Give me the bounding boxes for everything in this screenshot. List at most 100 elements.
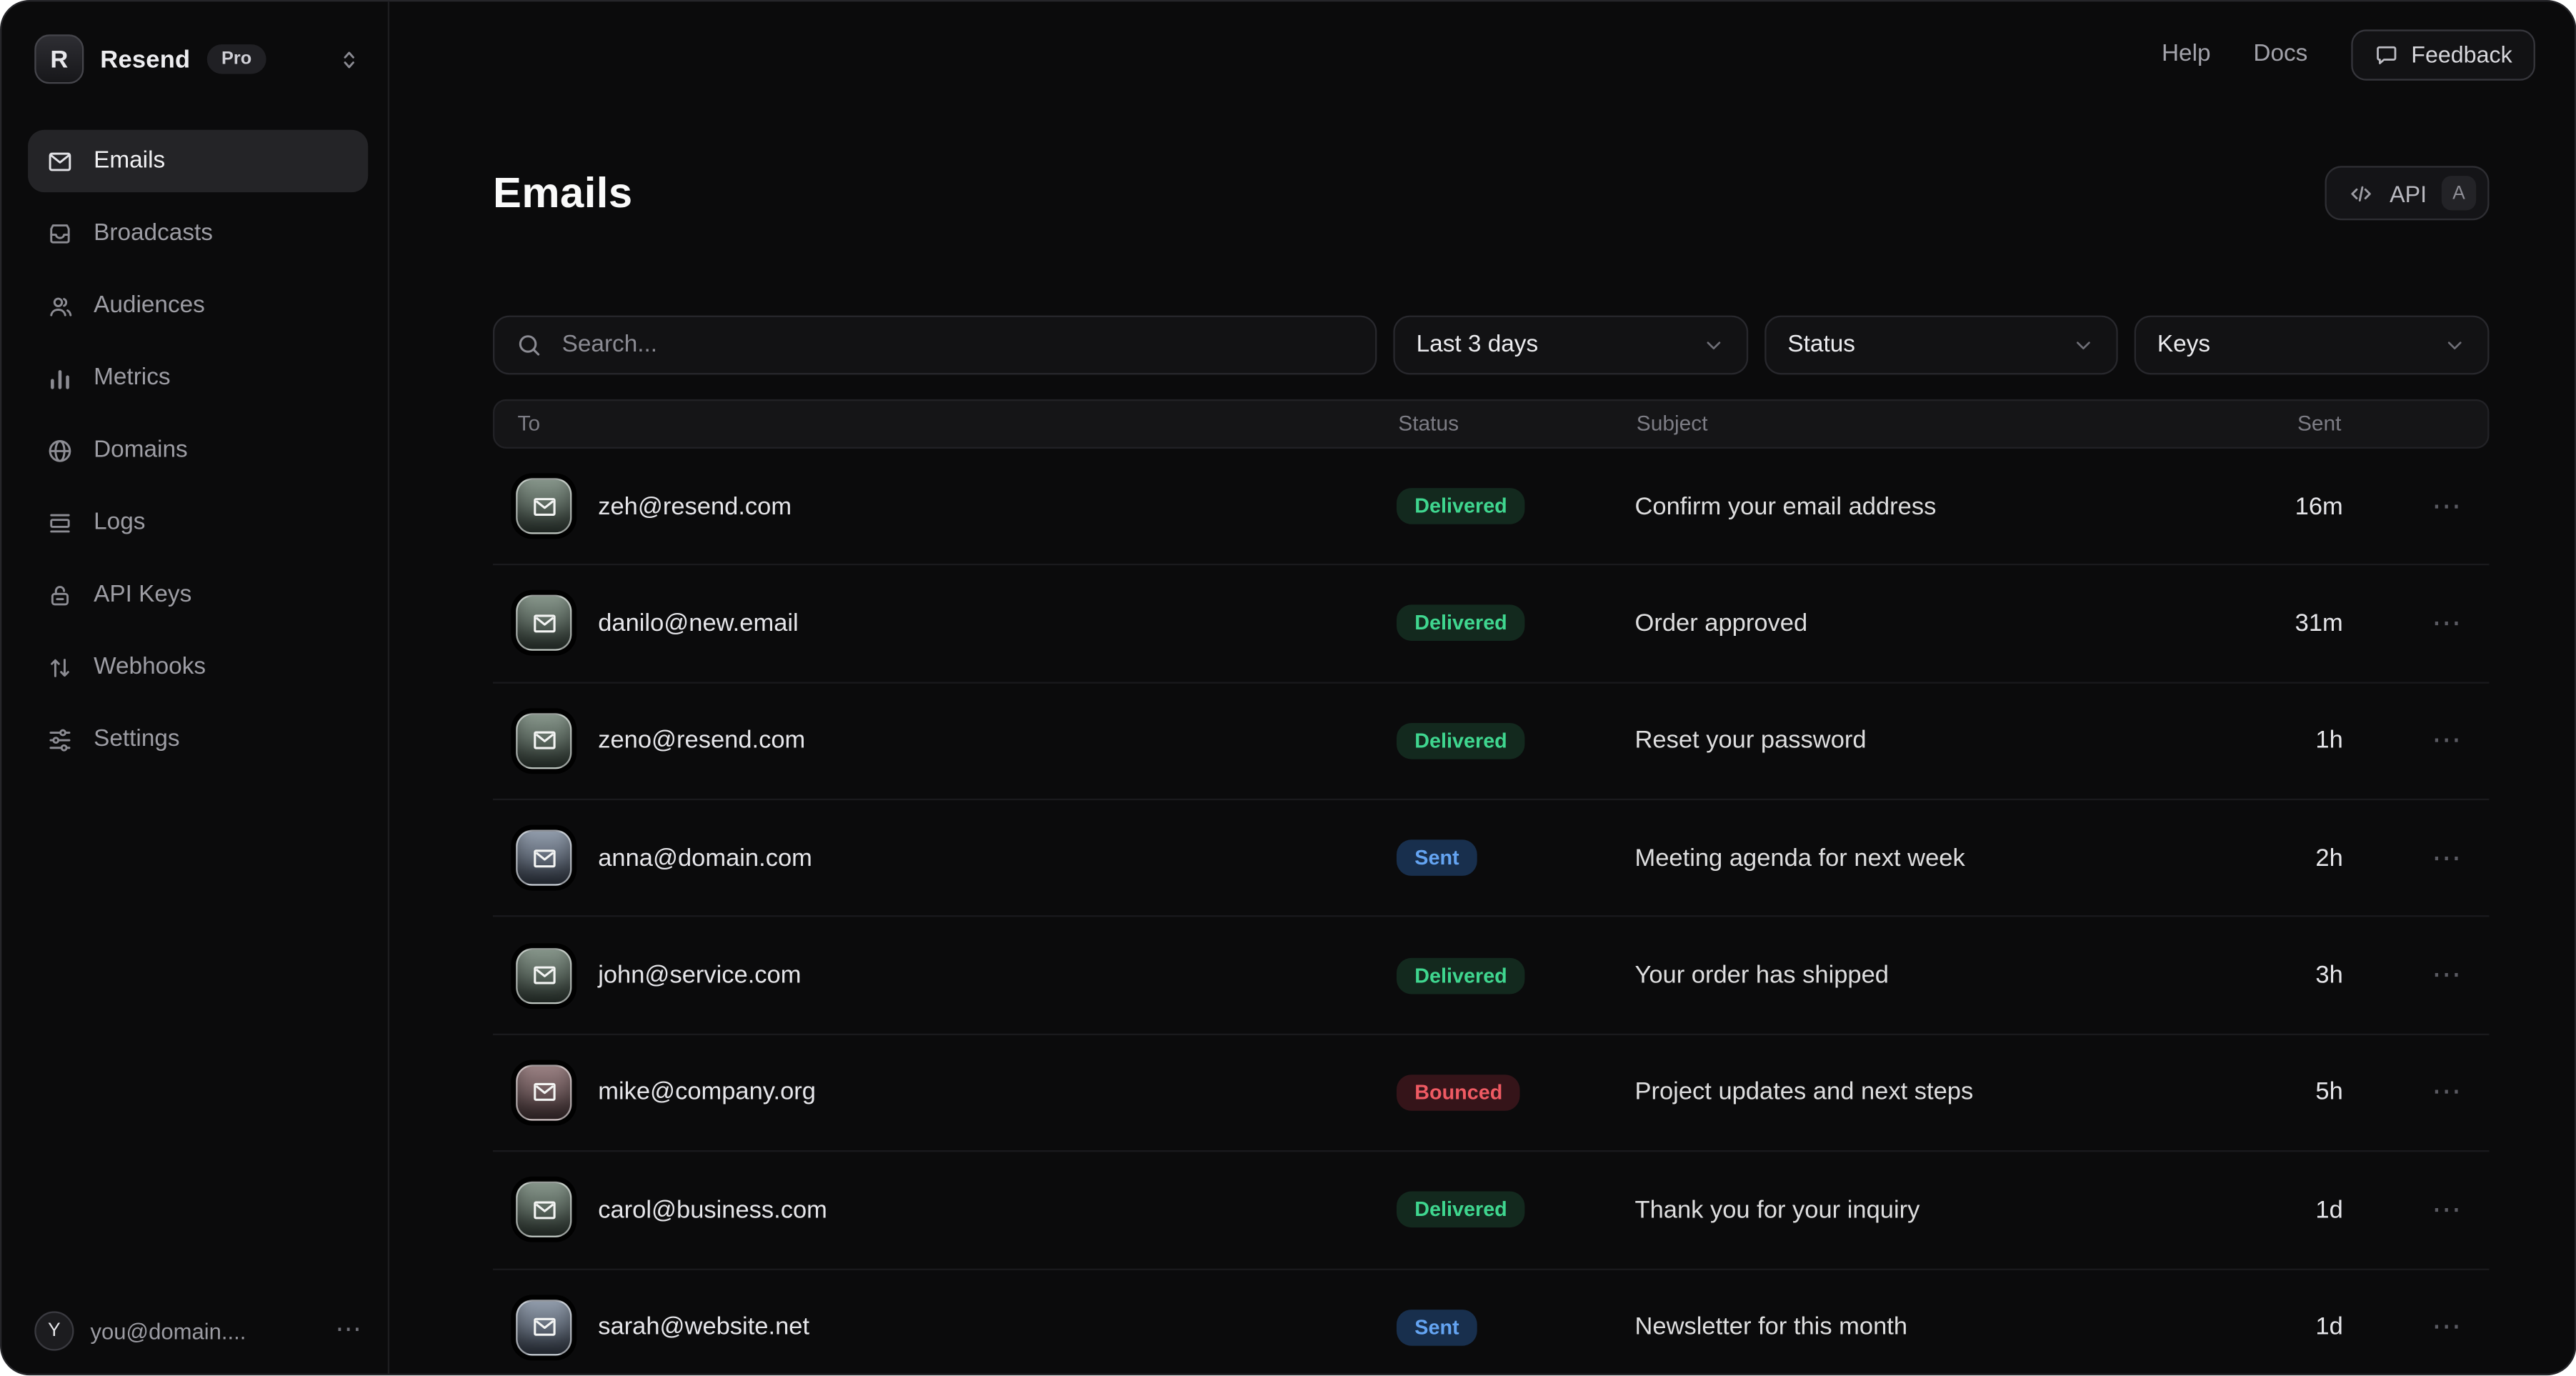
- email-sent-time: 1d: [2179, 1196, 2343, 1224]
- sidebar-item-label: Webhooks: [94, 654, 206, 680]
- status-badge: Delivered: [1397, 722, 1525, 759]
- row-menu-button[interactable]: ⋯: [2343, 606, 2467, 640]
- page-title: Emails: [493, 169, 633, 219]
- sidebar-item-logs[interactable]: Logs: [28, 492, 368, 554]
- row-menu-button[interactable]: ⋯: [2343, 958, 2467, 992]
- envelope-icon: [516, 1182, 571, 1237]
- envelope-icon: [516, 713, 571, 769]
- bar-chart-icon: [46, 364, 74, 392]
- code-icon: [2349, 181, 2375, 207]
- chevron-down-icon: [1702, 333, 1725, 356]
- row-menu-button[interactable]: ⋯: [2343, 724, 2467, 758]
- status-badge: Sent: [1397, 1309, 1477, 1345]
- column-header-subject: Subject: [1637, 412, 2177, 437]
- inbox-icon: [46, 219, 74, 247]
- envelope-icon: [516, 1300, 571, 1355]
- sidebar-item-label: Logs: [94, 509, 145, 536]
- sidebar-item-emails[interactable]: Emails: [28, 130, 368, 192]
- table-row[interactable]: danilo@new.email Delivered Order approve…: [493, 566, 2490, 683]
- email-sent-time: 1d: [2179, 1313, 2343, 1341]
- email-recipient: zeh@resend.com: [598, 492, 1397, 520]
- keys-dropdown[interactable]: Keys: [2135, 315, 2490, 374]
- feedback-button[interactable]: Feedback: [2350, 29, 2535, 79]
- docs-link[interactable]: Docs: [2253, 41, 2307, 68]
- sidebar-item-label: Settings: [94, 727, 180, 753]
- plan-badge: Pro: [206, 44, 266, 74]
- ellipsis-icon: ⋯: [2432, 1075, 2463, 1108]
- email-subject: Your order has shipped: [1635, 962, 2179, 989]
- sidebar-item-settings[interactable]: Settings: [28, 708, 368, 770]
- row-menu-button[interactable]: ⋯: [2343, 489, 2467, 523]
- search-box[interactable]: [493, 315, 1377, 374]
- envelope-icon: [516, 478, 571, 534]
- sidebar-item-audiences[interactable]: Audiences: [28, 274, 368, 336]
- help-link[interactable]: Help: [2162, 41, 2211, 68]
- sidebar-nav: Emails Broadcasts Audiences Metrics Doma…: [28, 130, 368, 771]
- workspace-switcher[interactable]: R Resend Pro: [28, 34, 368, 84]
- api-button[interactable]: API A: [2325, 166, 2489, 221]
- ellipsis-icon: ⋯: [2432, 1192, 2463, 1225]
- user-email: you@domain....: [91, 1319, 246, 1344]
- status-dropdown[interactable]: Status: [1764, 315, 2118, 374]
- email-recipient: mike@company.org: [598, 1079, 1397, 1107]
- row-menu-button[interactable]: ⋯: [2343, 841, 2467, 875]
- ellipsis-icon[interactable]: ⋯: [335, 1318, 361, 1345]
- rows-icon: [46, 509, 74, 537]
- mail-icon: [46, 147, 74, 175]
- date-range-dropdown[interactable]: Last 3 days: [1393, 315, 1748, 374]
- email-sent-time: 2h: [2179, 844, 2343, 872]
- row-menu-button[interactable]: ⋯: [2343, 1310, 2467, 1345]
- column-header-sent: Sent: [2177, 412, 2342, 437]
- email-subject: Reset your password: [1635, 727, 2179, 754]
- table-row[interactable]: zeh@resend.com Delivered Confirm your em…: [493, 448, 2490, 565]
- table-row[interactable]: carol@business.com Delivered Thank you f…: [493, 1152, 2490, 1270]
- email-sent-time: 16m: [2179, 492, 2343, 520]
- table-row[interactable]: zeno@resend.com Delivered Reset your pas…: [493, 683, 2490, 800]
- table-row[interactable]: mike@company.org Bounced Project updates…: [493, 1035, 2490, 1152]
- sidebar-item-domains[interactable]: Domains: [28, 419, 368, 482]
- email-sent-time: 3h: [2179, 962, 2343, 989]
- chevron-up-down-icon[interactable]: [337, 47, 362, 72]
- envelope-icon: [516, 1065, 571, 1120]
- avatar: Y: [34, 1311, 74, 1350]
- email-recipient: carol@business.com: [598, 1196, 1397, 1224]
- chevron-down-icon: [2443, 333, 2466, 356]
- emails-page: Emails API A Last 3 days Status: [391, 1, 2575, 1375]
- email-recipient: john@service.com: [598, 962, 1397, 989]
- status-badge: Sent: [1397, 840, 1477, 877]
- sidebar-item-label: Emails: [94, 148, 165, 174]
- top-links: Help Docs Feedback: [2162, 1, 2535, 106]
- table-row[interactable]: anna@domain.com Sent Meeting agenda for …: [493, 800, 2490, 917]
- ellipsis-icon: ⋯: [2432, 1310, 2463, 1343]
- sidebar-item-label: Broadcasts: [94, 220, 213, 246]
- sidebar-item-label: Audiences: [94, 292, 205, 319]
- table-row[interactable]: john@service.com Delivered Your order ha…: [493, 917, 2490, 1035]
- sidebar-item-metrics[interactable]: Metrics: [28, 347, 368, 409]
- row-menu-button[interactable]: ⋯: [2343, 1075, 2467, 1110]
- column-header-to: To: [518, 412, 1399, 437]
- status-badge: Delivered: [1397, 957, 1525, 994]
- table-row[interactable]: sarah@website.net Sent Newsletter for th…: [493, 1270, 2490, 1375]
- sidebar-item-broadcasts[interactable]: Broadcasts: [28, 202, 368, 264]
- email-subject: Confirm your email address: [1635, 492, 2179, 520]
- status-badge: Bounced: [1397, 1075, 1521, 1111]
- ellipsis-icon: ⋯: [2432, 606, 2463, 639]
- envelope-icon: [516, 830, 571, 886]
- search-input[interactable]: [559, 330, 1354, 359]
- email-subject: Meeting agenda for next week: [1635, 844, 2179, 872]
- email-recipient: zeno@resend.com: [598, 727, 1397, 754]
- sliders-icon: [46, 725, 74, 753]
- column-header-status: Status: [1398, 412, 1637, 437]
- account-menu[interactable]: Y you@domain.... ⋯: [28, 1311, 368, 1350]
- email-subject: Order approved: [1635, 609, 2179, 637]
- status-badge: Delivered: [1397, 605, 1525, 642]
- ellipsis-icon: ⋯: [2432, 489, 2463, 522]
- sidebar-item-webhooks[interactable]: Webhooks: [28, 636, 368, 698]
- table-header: To Status Subject Sent: [493, 399, 2490, 448]
- resend-logo-icon: R: [34, 34, 84, 84]
- sidebar-item-api-keys[interactable]: API Keys: [28, 564, 368, 626]
- arrows-up-down-icon: [46, 653, 74, 681]
- row-menu-button[interactable]: ⋯: [2343, 1192, 2467, 1227]
- ellipsis-icon: ⋯: [2432, 724, 2463, 757]
- brand-name: Resend: [100, 45, 190, 73]
